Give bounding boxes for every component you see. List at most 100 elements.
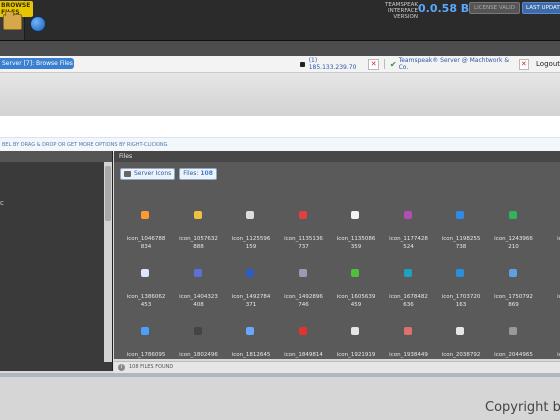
globe-icon[interactable]	[30, 16, 46, 32]
file-name: icon_1404323	[179, 294, 218, 300]
file-icon	[508, 269, 517, 277]
folder-icon	[3, 11, 22, 30]
file-name: icon_1703720	[441, 294, 481, 300]
file-name-suffix: 737	[298, 244, 309, 250]
file-name: icon_1750792	[494, 294, 533, 300]
file-name-suffix: 408	[193, 302, 204, 308]
file-item[interactable]: icon_1046788 834	[122, 211, 170, 261]
file-item[interactable]: icon_1135086 359	[332, 211, 380, 261]
tab-browse-files[interactable]: Server [7]: Browse Files	[0, 58, 74, 69]
file-name: icon_1678482	[389, 294, 428, 300]
file-name: icon_1135086	[336, 236, 376, 242]
file-name: icon_1849814	[284, 352, 323, 358]
server-icons-button[interactable]: Server Icons	[120, 168, 176, 180]
file-name-suffix: 359	[350, 244, 362, 250]
content-spacer	[0, 116, 560, 137]
license-button[interactable]: LICENSE VALID	[469, 2, 520, 14]
files-count-badge: Files: 108	[179, 168, 217, 180]
files-panel: Files Server Icons Files: 108 icon_10467…	[114, 151, 560, 359]
file-name: icon_1046788	[126, 236, 166, 242]
file-item[interactable]: icon_1605639 459	[332, 269, 380, 319]
file-icon	[456, 327, 464, 335]
file-item[interactable]: icon_1386062 453	[122, 269, 170, 319]
file-name-suffix: 210	[508, 244, 519, 250]
server-ip[interactable]: (1) 185.133.239.70	[309, 57, 364, 71]
file-icon	[193, 269, 202, 277]
file-icon	[456, 269, 464, 277]
file-icon	[351, 211, 359, 219]
file-name: icon_1198255	[441, 236, 481, 242]
file-name-suffix: 159	[245, 244, 257, 250]
file-item[interactable]: icon_1243966 210	[490, 211, 538, 261]
tree-item[interactable]: c	[0, 199, 4, 207]
file-icon	[298, 269, 307, 277]
file-icon	[141, 211, 149, 219]
file-name: icon_1938449	[389, 352, 428, 358]
navigation-bar: Server [7]: Browse Files (1) 185.133.239…	[0, 56, 560, 73]
file-name-suffix: 163	[455, 302, 467, 308]
file-name: icon_1802496	[179, 352, 218, 358]
file-icon	[298, 327, 307, 335]
file-item[interactable]: icon_1404323 408	[175, 269, 223, 319]
file-name-suffix: 738	[455, 244, 467, 250]
file-name-suffix: 524	[403, 244, 414, 250]
file-name: icon_2	[557, 352, 560, 358]
file-item[interactable]: icon_1177428 524	[385, 211, 433, 261]
file-name: icon_1135136	[284, 236, 323, 242]
file-name-suffix: 834	[140, 244, 152, 250]
last-update-button[interactable]: LAST UPDATE	[522, 2, 560, 14]
file-item[interactable]: icon_1492784 371	[227, 269, 275, 319]
file-name-suffix: 459	[350, 302, 362, 308]
file-icon	[403, 211, 412, 219]
file-item[interactable]: icon_1198255 738	[437, 211, 485, 261]
copyright-text: Copyright b	[485, 400, 560, 415]
file-icon	[193, 327, 202, 335]
file-name: icon_1243966	[494, 236, 533, 242]
file-icon	[141, 269, 149, 277]
panel-title: Files	[119, 153, 133, 160]
status-text: 108 FILES FOUND	[129, 364, 174, 370]
file-item[interactable]: icon_1492896 746	[280, 269, 328, 319]
file-name: icon_2038792	[441, 352, 481, 358]
file-name: icon_1177428	[389, 236, 428, 242]
file-icon	[403, 269, 412, 277]
file-icon	[141, 327, 149, 335]
file-name-suffix: 371	[245, 302, 257, 308]
file-name-suffix: 869	[508, 302, 519, 308]
tree-scrollbar[interactable]	[104, 162, 112, 362]
file-item[interactable]: icon_1 7	[542, 211, 560, 261]
file-item[interactable]: icon_1703720 163	[437, 269, 485, 319]
file-item[interactable]: icon_1750792 869	[490, 269, 538, 319]
file-icon	[508, 327, 517, 335]
file-name-suffix: 6	[542, 302, 560, 308]
logout-link[interactable]: Logout	[536, 60, 560, 68]
file-item[interactable]: icon_1678482 636	[385, 269, 433, 319]
file-name-suffix: 636	[403, 302, 414, 308]
tree-header	[0, 151, 112, 162]
file-icon	[351, 269, 359, 277]
browse-files-tab[interactable]: BROWSE FILES	[0, 0, 34, 40]
file-name: icon_1386062	[126, 294, 166, 300]
close-icon[interactable]: ✕	[518, 58, 530, 70]
file-name: icon_1492896	[284, 294, 323, 300]
close-icon[interactable]: ✕	[368, 58, 379, 70]
files-panel-header: Files	[114, 151, 560, 162]
file-icon	[456, 211, 464, 219]
info-icon: i	[118, 364, 125, 371]
scroll-thumb[interactable]	[105, 166, 111, 221]
file-name: icon_1921919	[336, 352, 376, 358]
file-name: icon_1605639	[336, 294, 376, 300]
file-icon	[403, 327, 412, 335]
file-name: icon_1786095	[126, 352, 166, 358]
top-toolbar: BROWSE FILES TEAMSPEAK INTERFACEVERSION …	[0, 0, 560, 40]
server-name[interactable]: Teamspeak® Server @ Machtwork & Co.	[399, 57, 514, 71]
file-name-suffix: 7	[542, 244, 560, 250]
app-title: TEAMSPEAK INTERFACE VERSION	[385, 2, 418, 20]
file-item[interactable]: icon_1135136 737	[280, 211, 328, 261]
secondary-toolbar	[0, 40, 560, 57]
file-item[interactable]: icon_1057632 888	[175, 211, 223, 261]
file-item[interactable]: icon_1 6	[542, 269, 560, 319]
file-item[interactable]: icon_1125596 159	[227, 211, 275, 261]
server-connection-info: (1) 185.133.239.70 ✕ ✔ Teamspeak® Server…	[300, 57, 560, 71]
file-name: icon_1	[557, 294, 560, 300]
